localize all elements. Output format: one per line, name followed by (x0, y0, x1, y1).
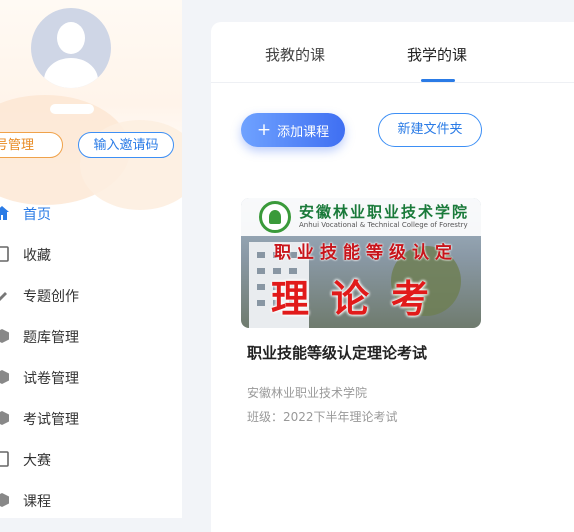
course-school: 安徽林业职业技术学院 (247, 386, 368, 400)
avatar[interactable] (31, 8, 111, 88)
sidebar-item-label: 收藏 (23, 247, 51, 264)
cover-school-name: 安徽林业职业技术学院 (299, 203, 470, 221)
course-tabs: 我教的课 我学的课 (211, 22, 574, 83)
sidebar-item-label: 专题创作 (23, 288, 79, 305)
sidebar-item-label: 考试管理 (23, 411, 79, 428)
new-folder-button[interactable]: 新建文件夹 (378, 113, 482, 147)
course-cover-image[interactable]: 安徽林业职业技术学院 Anhui Vocational & Technical … (241, 198, 481, 328)
tab-learning[interactable]: 我学的课 (407, 44, 467, 65)
add-course-label: 添加课程 (277, 124, 330, 140)
sidebar-item-course[interactable]: 课程 (0, 480, 182, 518)
tab-teaching[interactable]: 我教的课 (265, 44, 325, 65)
sidebar-item-favorites[interactable]: 收藏 (0, 234, 182, 275)
account-manage-button[interactable]: 号管理 (0, 132, 63, 158)
sidebar-item-label: 首页 (23, 206, 51, 223)
plus-icon: + (256, 119, 272, 140)
cover-title-line1: 职业技能等级认定 (274, 243, 458, 263)
sidebar-item-label: 题库管理 (23, 329, 79, 346)
sidebar-item-label: 课程 (23, 493, 51, 510)
sidebar-nav: 首页 收藏 专题创作 题库管理 试卷管理 考试管理 大赛 课程 (0, 193, 182, 518)
invite-code-button[interactable]: 输入邀请码 (78, 132, 174, 158)
sidebar-item-topic[interactable]: 专题创作 (0, 275, 182, 316)
sidebar-item-label: 试卷管理 (23, 370, 79, 387)
sidebar-item-question-bank[interactable]: 题库管理 (0, 316, 182, 357)
school-logo-icon (259, 201, 291, 233)
bookmark-icon (0, 246, 9, 262)
sidebar-item-exam[interactable]: 考试管理 (0, 398, 182, 439)
cover-title-line2: 理论考试 (270, 276, 451, 321)
sidebar-item-label: 大赛 (23, 452, 51, 469)
profile-header: 号管理 输入邀请码 (0, 0, 182, 210)
cube-icon (0, 493, 9, 507)
course-title[interactable]: 职业技能等级认定理论考试 (247, 342, 427, 363)
course-class: 班级：2022下半年理论考试 (247, 410, 398, 424)
cube-icon (0, 370, 9, 384)
sidebar-item-contest[interactable]: 大赛 (0, 439, 182, 480)
active-tab-indicator (421, 79, 455, 82)
cube-icon (0, 329, 9, 343)
add-course-button[interactable]: + 添加课程 (241, 113, 345, 147)
sidebar: 号管理 输入邀请码 首页 收藏 专题创作 题库管理 试卷管理 考试管理 大赛 课… (0, 0, 182, 518)
main-panel: 我教的课 我学的课 + 添加课程 新建文件夹 安徽林业职业技术学院 Anhui … (211, 22, 574, 532)
username-placeholder (50, 104, 94, 114)
cube-icon (0, 411, 9, 425)
cover-school-en: Anhui Vocational & Technical College of … (299, 221, 468, 229)
pen-icon (0, 292, 7, 301)
sidebar-item-paper[interactable]: 试卷管理 (0, 357, 182, 398)
doc-icon (0, 451, 9, 467)
home-icon (0, 206, 9, 220)
sidebar-item-home[interactable]: 首页 (0, 193, 182, 234)
course-card[interactable]: 安徽林业职业技术学院 Anhui Vocational & Technical … (241, 198, 481, 424)
